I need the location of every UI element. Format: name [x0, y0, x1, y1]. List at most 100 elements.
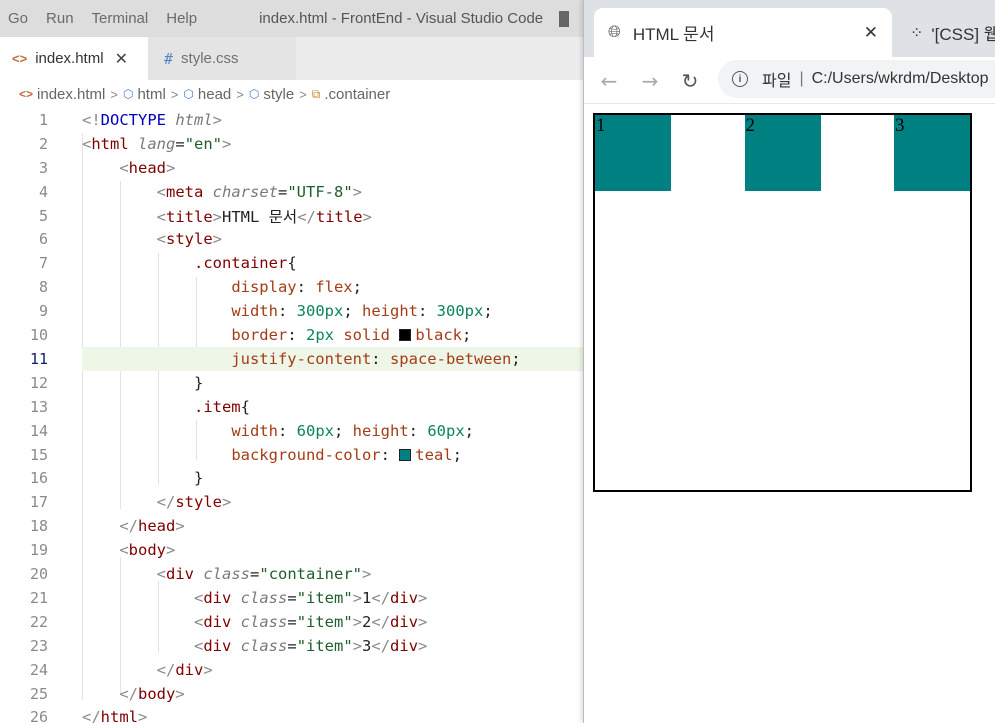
- line-number: 13: [29, 397, 48, 416]
- class-selector-icon: ⧉: [311, 86, 321, 101]
- code-line: 18 </head>: [0, 514, 583, 538]
- code-line: 8 display: flex;: [0, 275, 583, 299]
- browser-window: 🌐︎ HTML 문서 ✕ ⁘ '[CSS] 웹 ← → ↻ i 파일 | C:/…: [583, 0, 995, 723]
- reload-icon[interactable]: ↻: [675, 66, 705, 96]
- flex-container: 1 2 3: [593, 113, 972, 492]
- code-line: 14 width: 60px; height: 60px;: [0, 419, 583, 443]
- code-line: 2 <html lang="en">: [0, 132, 583, 156]
- line-number: 9: [38, 302, 48, 321]
- code-line-current: justify-content: space-between;: [82, 347, 583, 371]
- line-number: 2: [38, 134, 48, 153]
- flex-item: 1: [595, 115, 671, 191]
- code-line: 6 <style>: [0, 228, 583, 252]
- code-line: 26 </html>: [0, 706, 583, 723]
- code-line: 13 .item{: [0, 395, 583, 419]
- line-number: 7: [38, 254, 48, 273]
- close-icon[interactable]: ✕: [115, 49, 128, 69]
- tab-style-css[interactable]: # style.css: [148, 37, 296, 80]
- code-line: 25 </body>: [0, 682, 583, 706]
- chevron-right-icon: >: [110, 86, 118, 102]
- code-line: 23 <div class="item">3</div>: [0, 634, 583, 658]
- code-line: 3 <head>: [0, 156, 583, 180]
- line-number: 17: [29, 493, 48, 512]
- code-editor[interactable]: 1 <!DOCTYPE html> 2 <html lang="en"> 3 <he…: [0, 108, 583, 723]
- address-url: C:/Users/wkrdm/Desktop: [811, 70, 989, 87]
- line-number: 11: [29, 349, 48, 368]
- close-icon[interactable]: ✕: [864, 23, 878, 43]
- code-line: 1 <!DOCTYPE html>: [0, 108, 583, 132]
- html-file-icon: <>: [19, 87, 34, 101]
- line-number: 14: [29, 421, 48, 440]
- code-line: 10 border: 2px solid black;: [0, 323, 583, 347]
- browser-tab-css-web[interactable]: ⁘ '[CSS] 웹: [902, 8, 995, 57]
- menu-run[interactable]: Run: [37, 10, 83, 27]
- back-arrow-icon[interactable]: ←: [594, 66, 624, 96]
- forward-arrow-icon[interactable]: →: [635, 66, 665, 96]
- line-number: 1: [38, 110, 48, 129]
- chevron-right-icon: >: [299, 86, 307, 102]
- line-number: 6: [38, 230, 48, 249]
- line-number: 23: [29, 636, 48, 655]
- window-title: index.html - FrontEnd - Visual Studio Co…: [259, 10, 544, 27]
- code-line: 5 <title>HTML 문서</title>: [0, 204, 583, 228]
- line-number: 24: [29, 660, 48, 679]
- menu-bar: Go Run Terminal Help index.html - FrontE…: [0, 0, 583, 37]
- site-favicon-icon: ⁘: [910, 24, 923, 42]
- code-line: 7 .container{: [0, 251, 583, 275]
- line-number: 18: [29, 517, 48, 536]
- browser-tab-html-doc[interactable]: 🌐︎ HTML 문서 ✕: [594, 8, 892, 57]
- breadcrumb-item-head[interactable]: head: [198, 86, 231, 103]
- browser-tab-title: '[CSS] 웹: [931, 25, 995, 44]
- line-number: 26: [29, 708, 48, 723]
- menu-terminal[interactable]: Terminal: [83, 10, 158, 27]
- browser-toolbar: ← → ↻ i 파일 | C:/Users/wkrdm/Desktop: [584, 57, 995, 104]
- code-line: 22 <div class="item">2</div>: [0, 610, 583, 634]
- line-number: 3: [38, 158, 48, 177]
- vscode-window: Go Run Terminal Help index.html - FrontE…: [0, 0, 583, 723]
- code-line: 24 </div>: [0, 658, 583, 682]
- code-line: 17 </style>: [0, 490, 583, 514]
- line-number: 21: [29, 588, 48, 607]
- browser-tab-title: HTML 문서: [632, 25, 715, 44]
- line-number: 25: [29, 684, 48, 703]
- code-line: 15 background-color: teal;: [0, 443, 583, 467]
- flex-item: 2: [744, 115, 821, 191]
- code-line: 16 }: [0, 467, 583, 491]
- code-line: 19 <body>: [0, 538, 583, 562]
- line-number: 16: [29, 469, 48, 488]
- breadcrumb-item-container[interactable]: .container: [324, 86, 390, 103]
- breadcrumb-item-html[interactable]: html: [137, 86, 165, 103]
- code-line: 4 <meta charset="UTF-8">: [0, 180, 583, 204]
- breadcrumb: <> index.html > ⬡ html > ⬡ head > ⬡ styl…: [0, 80, 583, 108]
- color-swatch-teal[interactable]: [399, 448, 412, 461]
- chevron-right-icon: >: [236, 86, 244, 102]
- layout-toggle-icon[interactable]: [559, 10, 570, 27]
- line-number: 19: [29, 541, 48, 560]
- globe-icon: 🌐︎: [608, 23, 621, 41]
- address-separator: |: [799, 70, 804, 87]
- address-bar[interactable]: i 파일 | C:/Users/wkrdm/Desktop: [718, 60, 995, 98]
- editor-tab-bar: <> index.html ✕ # style.css: [0, 37, 583, 80]
- line-number: 8: [38, 278, 48, 297]
- code-line: 9 width: 300px; height: 300px;: [0, 299, 583, 323]
- color-swatch-black[interactable]: [399, 329, 412, 342]
- flex-item: 3: [894, 115, 970, 191]
- chevron-right-icon: >: [170, 86, 179, 102]
- menu-help[interactable]: Help: [157, 10, 206, 27]
- css-file-icon: #: [164, 49, 174, 68]
- line-number: 5: [38, 206, 48, 225]
- info-icon[interactable]: i: [732, 71, 748, 87]
- line-number: 4: [38, 182, 48, 201]
- menu-go[interactable]: Go: [0, 10, 37, 27]
- breadcrumb-item-file[interactable]: index.html: [37, 86, 105, 103]
- code-line: 20 <div class="container">: [0, 562, 583, 586]
- address-scheme-label: 파일: [762, 73, 792, 90]
- tab-index-html[interactable]: <> index.html ✕: [0, 37, 148, 80]
- line-number: 22: [29, 612, 48, 631]
- browser-tab-strip: 🌐︎ HTML 문서 ✕ ⁘ '[CSS] 웹: [584, 0, 995, 57]
- code-line: 21 <div class="item">1</div>: [0, 586, 583, 610]
- line-number: 15: [29, 445, 48, 464]
- breadcrumb-item-style[interactable]: style: [263, 86, 294, 103]
- html-file-icon: <>: [12, 51, 28, 66]
- page-viewport: 1 2 3: [584, 104, 995, 723]
